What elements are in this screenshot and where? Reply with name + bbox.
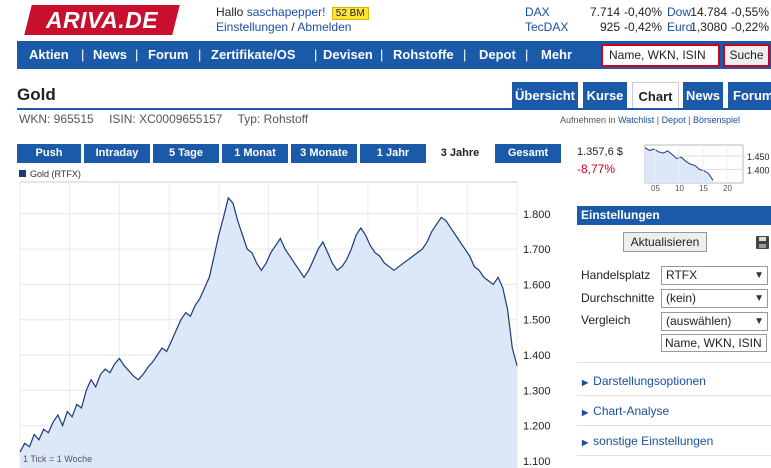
mini-chart[interactable]: 1.450 1.400 05 10 15 20 — [643, 143, 771, 193]
watchlist-link[interactable]: Watchlist — [618, 115, 654, 125]
type: Typ: Rohstoff — [237, 112, 309, 126]
account-links: Einstellungen / Abmelden — [216, 20, 352, 34]
y-tick-label: 1.600 — [523, 279, 551, 291]
tab-kurse[interactable]: Kurse — [583, 82, 627, 109]
durchschnitte-label: Durchschnitte — [581, 291, 655, 305]
nav-zertifikate[interactable]: Zertifikate/OS — [211, 41, 296, 69]
triangle-right-icon: ▶ — [582, 408, 589, 417]
vergleich-label: Vergleich — [581, 313, 631, 327]
nav-aktien[interactable]: Aktien — [29, 41, 69, 69]
index-tecdax-change: -0,42% — [624, 20, 663, 34]
mini-y-tick-label: 1.450 — [747, 152, 770, 162]
range-1-monat[interactable]: 1 Monat — [222, 144, 288, 163]
range-3-jahre[interactable]: 3 Jahre — [429, 144, 491, 163]
handelsplatz-select[interactable]: RTFX ▼ — [661, 266, 768, 285]
range-1-jahr[interactable]: 1 Jahr — [360, 144, 426, 163]
triangle-right-icon: ▶ — [582, 438, 589, 447]
mini-change: -8,77% — [577, 162, 616, 176]
legend-swatch — [19, 170, 26, 177]
y-tick-label: 1.700 — [523, 244, 551, 256]
update-button[interactable]: Aktualisieren — [623, 232, 707, 252]
search-button[interactable]: Suche — [723, 44, 770, 67]
triangle-right-icon: ▶ — [582, 378, 589, 387]
chevron-down-icon: ▼ — [754, 316, 764, 327]
ariva-logo[interactable]: ARIVA.DE — [24, 5, 180, 35]
range-push[interactable]: Push — [17, 144, 81, 163]
index-tecdax[interactable]: TecDAX — [525, 20, 568, 34]
wkn: WKN: 965515 — [19, 112, 94, 126]
y-tick-label: 1.500 — [523, 315, 551, 327]
chevron-down-icon: ▼ — [754, 270, 764, 281]
chevron-down-icon: ▼ — [754, 293, 764, 304]
chart-legend: Gold (RTFX) — [19, 169, 81, 179]
settings-header: Einstellungen — [577, 206, 771, 225]
settings-link[interactable]: Einstellungen — [216, 20, 288, 34]
index-dax[interactable]: DAX — [525, 5, 550, 19]
mini-y-tick-label: 1.400 — [747, 165, 770, 175]
mini-x-tick-label: 05 — [651, 184, 660, 193]
tab-underline — [17, 108, 771, 110]
tab-news[interactable]: News — [683, 82, 723, 109]
chart-footnote: 1 Tick = 1 Woche — [23, 454, 92, 464]
mini-x-tick-label: 20 — [723, 184, 732, 193]
nav-mehr[interactable]: Mehr — [541, 41, 572, 69]
vergleich-select[interactable]: (auswählen) ▼ — [661, 312, 768, 331]
price-chart[interactable]: 1.800 1.700 1.600 1.500 1.400 1.300 1.200 1.100… — [17, 180, 567, 468]
y-tick-label: 1.200 — [523, 421, 551, 433]
range-3-monate[interactable]: 3 Monate — [291, 144, 357, 163]
range-intraday[interactable]: Intraday — [84, 144, 150, 163]
nav-forum[interactable]: Forum — [148, 41, 188, 69]
depot-link[interactable]: Depot — [662, 115, 686, 125]
index-dax-change: -0,40% — [624, 5, 663, 19]
index-dow-change: -0,55% — [731, 5, 770, 19]
nav-rohstoffe[interactable]: Rohstoffe — [393, 41, 454, 69]
page-title: Gold — [17, 85, 56, 104]
mini-x-tick-label: 15 — [699, 184, 708, 193]
tab-forum[interactable]: Forum — [728, 82, 771, 109]
section-darstellungsoptionen[interactable]: ▶ Darstellungsoptionen — [582, 374, 706, 388]
boersenspiel-link[interactable]: Börsenspiel — [693, 115, 740, 125]
isin: ISIN: XC0009655157 — [109, 112, 223, 126]
vergleich-input[interactable]: Name, WKN, ISIN — [661, 334, 767, 352]
nav-depot[interactable]: Depot — [479, 41, 516, 69]
username-link[interactable]: saschapepper! — [247, 5, 326, 19]
y-tick-label: 1.100 — [523, 456, 551, 468]
add-to-links: Aufnehmen in Watchlist | Depot | Börsens… — [560, 115, 740, 125]
range-gesamt[interactable]: Gesamt — [495, 144, 561, 163]
tab-chart[interactable]: Chart — [632, 82, 679, 109]
y-tick-label: 1.300 — [523, 385, 551, 397]
y-tick-label: 1.400 — [523, 350, 551, 362]
index-tecdax-value: 925 — [599, 20, 620, 34]
search-input[interactable]: Name, WKN, ISIN — [601, 44, 720, 67]
storage-badge[interactable]: 52 BM — [331, 7, 369, 20]
index-euro-change: -0,22% — [731, 20, 770, 34]
index-dax-value: 7.714 — [589, 5, 620, 19]
handelsplatz-label: Handelsplatz — [581, 268, 651, 282]
section-sonstige-einstellungen[interactable]: ▶ sonstige Einstellungen — [582, 434, 713, 448]
durchschnitte-select[interactable]: (kein) ▼ — [661, 289, 768, 308]
nav-news[interactable]: News — [93, 41, 127, 69]
tab-uebersicht[interactable]: Übersicht — [512, 82, 578, 109]
nav-devisen[interactable]: Devisen — [323, 41, 373, 69]
logout-link[interactable]: Abmelden — [297, 20, 351, 34]
index-dow-value: 14.784 — [690, 5, 727, 19]
y-tick-label: 1.800 — [523, 209, 551, 221]
index-euro-value: 1,3080 — [690, 20, 727, 34]
instrument-meta: WKN: 965515 ISIN: XC0009655157 Typ: Rohs… — [19, 112, 320, 126]
save-icon[interactable] — [756, 236, 769, 249]
section-chart-analyse[interactable]: ▶ Chart-Analyse — [582, 404, 669, 418]
range-5-tage[interactable]: 5 Tage — [153, 144, 219, 163]
greeting: Hallo saschapepper! 52 BM — [216, 5, 369, 20]
mini-x-tick-label: 10 — [675, 184, 684, 193]
mini-price: 1.357,6 $ — [577, 146, 623, 158]
